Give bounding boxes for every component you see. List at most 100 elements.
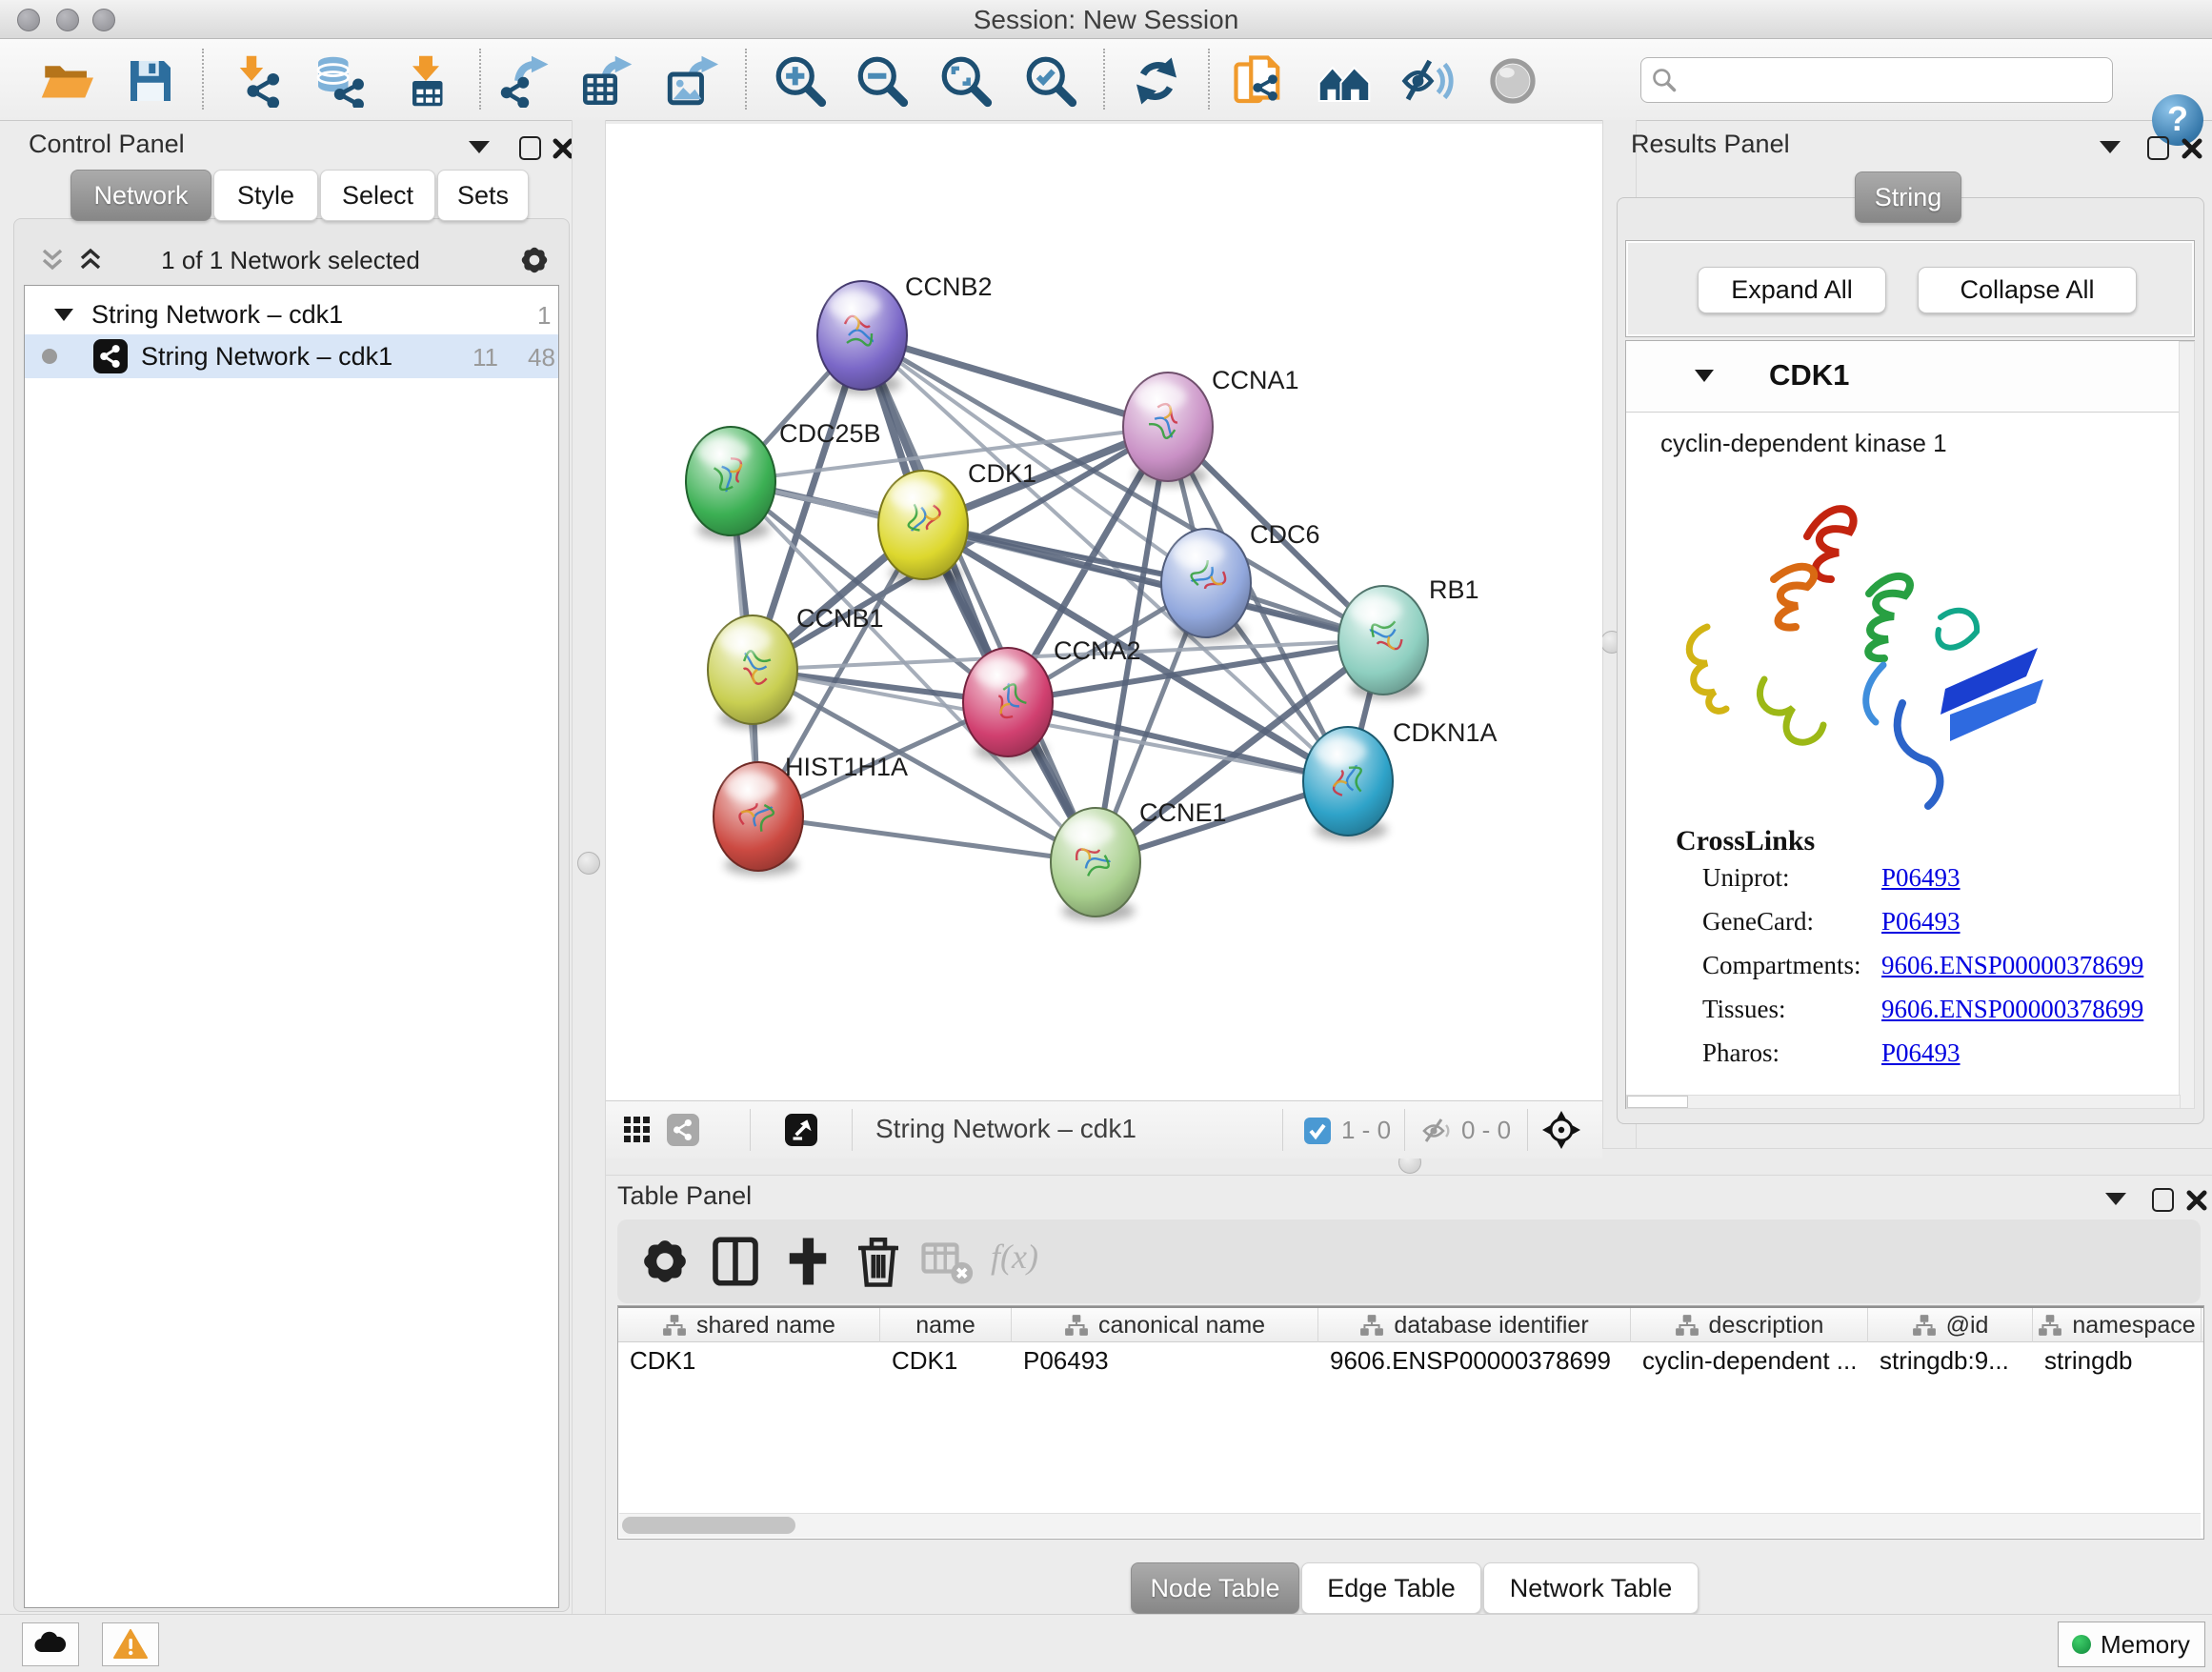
table-gear-icon[interactable]	[638, 1235, 692, 1288]
export-image-icon[interactable]	[665, 54, 718, 108]
column-header-shared-name[interactable]: shared name	[618, 1308, 880, 1342]
results-horizontal-scrollbar[interactable]	[1626, 1095, 2181, 1109]
table-cell[interactable]: CDK1	[880, 1342, 1012, 1379]
table-cell[interactable]: cyclin-dependent ...	[1631, 1342, 1868, 1379]
crosslink-link[interactable]: P06493	[1881, 907, 1961, 937]
tab-select[interactable]: Select	[320, 170, 435, 221]
results-entry-header[interactable]: CDK1	[1626, 341, 2194, 413]
left-splitter[interactable]	[572, 120, 606, 1614]
search-field[interactable]	[1640, 57, 2113, 103]
show-columns-icon[interactable]	[709, 1235, 762, 1288]
share-icon[interactable]	[667, 1114, 699, 1146]
delete-column-trash-icon[interactable]	[852, 1235, 905, 1288]
svg-text:CCNA2: CCNA2	[1054, 636, 1141, 665]
table-panel-float-button[interactable]	[2148, 1185, 2177, 1214]
crosslink-link[interactable]: 9606.ENSP00000378699	[1881, 995, 2143, 1024]
tree-expand-icon[interactable]	[53, 306, 74, 328]
import-table-icon[interactable]	[399, 54, 452, 108]
add-column-icon[interactable]	[781, 1235, 835, 1288]
results-vertical-scrollbar[interactable]	[2179, 341, 2195, 1109]
zoom-in-icon[interactable]	[774, 54, 827, 108]
table-cell[interactable]: CDK1	[618, 1342, 880, 1379]
toolbar-separator	[1527, 1109, 1528, 1151]
crosslink-link[interactable]: 9606.ENSP00000378699	[1881, 951, 2143, 980]
zoom-fit-icon[interactable]	[939, 54, 993, 108]
column-header-@id[interactable]: @id	[1868, 1308, 2033, 1342]
hidden-eye-icon[interactable]	[1421, 1117, 1452, 1150]
home-icon[interactable]	[1317, 54, 1371, 108]
column-header-canonical-name[interactable]: canonical name	[1012, 1308, 1318, 1342]
column-header-description[interactable]: description	[1631, 1308, 1868, 1342]
export-table-icon[interactable]	[580, 54, 633, 108]
toggle-visibility-icon[interactable]	[1401, 54, 1455, 108]
results-hscroll-thumb[interactable]	[1627, 1096, 1688, 1108]
control-panel-collapse-button[interactable]	[465, 133, 493, 162]
selected-node-edge-counts: 1 - 0	[1341, 1116, 1391, 1145]
crosslink-link[interactable]: P06493	[1881, 1038, 1961, 1068]
zoom-selected-icon[interactable]	[1024, 54, 1077, 108]
results-panel-float-button[interactable]	[2143, 133, 2172, 162]
tab-sets[interactable]: Sets	[437, 170, 529, 221]
control-panel-tabs: NetworkStyleSelectSets	[70, 170, 531, 221]
table-cell[interactable]: 9606.ENSP00000378699	[1318, 1342, 1631, 1379]
tab-network[interactable]: Network	[70, 170, 211, 221]
zoom-out-icon[interactable]	[855, 54, 909, 108]
table-row[interactable]: CDK1CDK1P064939606.ENSP00000378699cyclin…	[618, 1342, 2203, 1379]
control-panel-float-button[interactable]	[515, 133, 544, 162]
column-header-database-identifier[interactable]: database identifier	[1318, 1308, 1631, 1342]
table-cell[interactable]: P06493	[1012, 1342, 1318, 1379]
network-list: String Network – cdk1 1 String Network –…	[24, 285, 559, 1608]
string-network-graph[interactable]: CCNB2CCNA1CDC25BCDK1CDC6RB1CCNB1CCNA2CDK…	[606, 124, 1602, 1100]
toolbar-separator	[479, 49, 481, 110]
table-panel-collapse-button[interactable]	[2101, 1185, 2130, 1214]
tab-style[interactable]: Style	[213, 170, 318, 221]
birdseye-crosshair-icon[interactable]	[1542, 1111, 1580, 1154]
tab-edge-table[interactable]: Edge Table	[1301, 1562, 1481, 1614]
network-node-count: 11	[473, 343, 498, 373]
warning-button[interactable]	[102, 1622, 159, 1666]
sphere-icon[interactable]	[1486, 54, 1539, 108]
import-network-icon[interactable]	[231, 54, 285, 108]
results-panel-close-icon[interactable]	[2178, 133, 2206, 162]
window-title: Session: New Session	[0, 5, 2212, 35]
tab-node-table[interactable]: Node Table	[1131, 1562, 1299, 1614]
table-hscroll-thumb[interactable]	[622, 1517, 795, 1534]
network-options-gear-icon[interactable]	[518, 244, 551, 281]
string-network-icon	[93, 339, 128, 373]
collapse-all-button[interactable]: Collapse All	[1918, 267, 2137, 313]
grid-icon[interactable]	[623, 1116, 652, 1144]
results-panel-collapse-button[interactable]	[2096, 133, 2124, 162]
table-cell[interactable]: stringdb	[2033, 1342, 2202, 1379]
table-panel-close-icon[interactable]	[2182, 1185, 2211, 1214]
network-row-selected[interactable]: String Network – cdk1 11 48	[25, 334, 558, 378]
svg-text:CDC6: CDC6	[1250, 520, 1320, 549]
table-horizontal-scrollbar[interactable]	[619, 1513, 2201, 1538]
network-collection-row[interactable]: String Network – cdk1 1	[25, 292, 558, 336]
tab-string[interactable]: String	[1855, 171, 1961, 223]
tab-network-table[interactable]: Network Table	[1483, 1562, 1699, 1614]
search-input[interactable]	[1685, 62, 2099, 98]
left-splitter-grabber[interactable]	[577, 852, 600, 875]
export-network-icon[interactable]	[498, 54, 552, 108]
import-database-icon[interactable]	[312, 54, 365, 108]
network-canvas[interactable]: CCNB2CCNA1CDC25BCDK1CDC6RB1CCNB1CCNA2CDK…	[606, 124, 1602, 1100]
node-table: shared namenamecanonical namedatabase id…	[617, 1305, 2204, 1540]
column-header-namespace[interactable]: namespace	[2033, 1308, 2202, 1342]
table-cell[interactable]: stringdb:9...	[1868, 1342, 2033, 1379]
save-session-icon[interactable]	[124, 54, 177, 108]
refresh-icon[interactable]	[1130, 54, 1183, 108]
title-bar: Session: New Session	[0, 0, 2212, 39]
expand-all-button[interactable]: Expand All	[1698, 267, 1886, 313]
column-header-name[interactable]: name	[880, 1308, 1012, 1342]
memory-button[interactable]: Memory	[2058, 1622, 2205, 1667]
crosslink-link[interactable]: P06493	[1881, 863, 1961, 893]
cloud-button[interactable]	[22, 1622, 79, 1666]
selected-checkbox-icon[interactable]	[1303, 1117, 1332, 1150]
entry-collapse-icon[interactable]	[1693, 366, 1716, 390]
open-session-icon[interactable]	[40, 54, 93, 108]
warning-icon	[113, 1629, 148, 1660]
new-network-from-selection-icon[interactable]	[1233, 54, 1286, 108]
gene-description: cyclin-dependent kinase 1	[1660, 429, 1947, 458]
table-panel-tabs: Node TableEdge TableNetwork Table	[1131, 1562, 1700, 1614]
external-link-icon[interactable]	[785, 1114, 817, 1146]
